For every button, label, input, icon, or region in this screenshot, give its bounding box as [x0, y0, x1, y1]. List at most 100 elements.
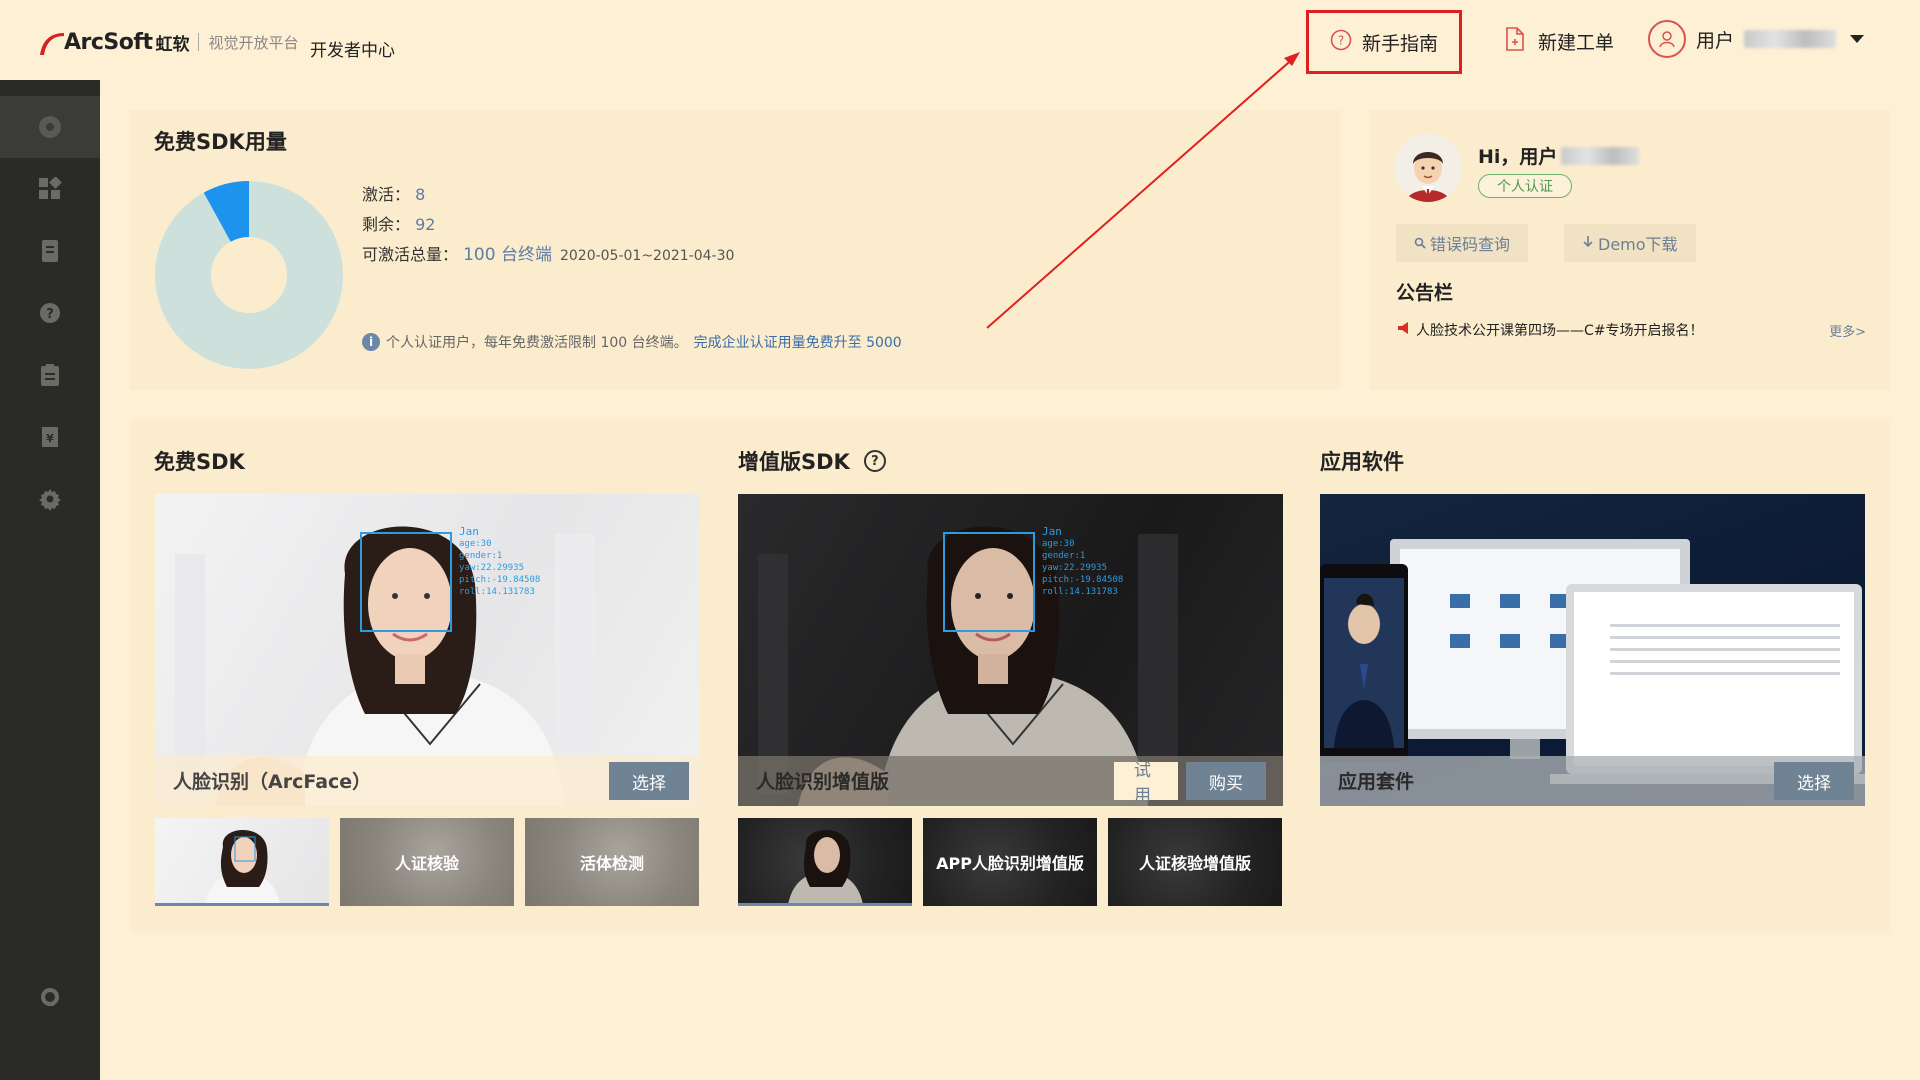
svg-text:?: ? — [1338, 34, 1344, 48]
megaphone-icon — [1396, 320, 1412, 340]
user-avatar — [1394, 134, 1462, 202]
free-sdk-title-text: 免费SDK — [154, 450, 245, 474]
remaining-row: 剩余： 92 — [362, 210, 734, 240]
sidebar-item-dashboard[interactable] — [0, 96, 100, 158]
activated-label: 激活： — [362, 185, 411, 204]
left-sidebar: ? ¥ — [0, 80, 100, 1080]
new-ticket-button[interactable]: 新建工单 — [1504, 26, 1614, 57]
usage-note: i 个人认证用户，每年免费激活限制 100 台终端。 完成企业认证用量免费升至 … — [362, 332, 902, 352]
document-icon — [38, 239, 62, 263]
free-sdk-title: 免费SDK — [154, 446, 245, 476]
developer-center-link[interactable]: 开发者中心 — [310, 36, 395, 61]
username-redacted — [1744, 30, 1837, 48]
free-sdk-usage-card: 免费SDK用量 激活： 8 剩余： 92 可激活总量： 100 台终端 2020-… — [130, 110, 1340, 390]
hud-age: age:30 — [459, 539, 492, 549]
help-icon: ? — [38, 301, 62, 325]
logo-brand: ArcSoft — [64, 29, 153, 55]
arcsoft-logo[interactable]: ArcSoft 虹软 视觉开放平台 — [38, 24, 298, 60]
thumb-arcface[interactable] — [155, 818, 329, 906]
sidebar-item-help[interactable]: ? — [0, 282, 100, 344]
vip-sdk-title: 增值版SDK ? — [738, 446, 886, 476]
date-range: 2020-05-01~2021-04-30 — [559, 248, 735, 264]
total-label: 可激活总量： — [362, 245, 459, 264]
free-sdk-hero[interactable]: Jan age:30 gender:1 yaw:22.29935 pitch:-… — [155, 494, 700, 806]
hud-age: age:30 — [1042, 539, 1075, 549]
face-attributes-hud: Jan age:30 gender:1 yaw:22.29935 pitch:-… — [459, 526, 540, 598]
enterprise-cert-link[interactable]: 完成企业认证用量免费升至 5000 — [694, 332, 902, 352]
thumb-id-verification-vip[interactable]: 人证核验增值版 — [1108, 818, 1282, 906]
vip-sdk-hero[interactable]: Jan age:30 gender:1 yaw:22.29935 pitch:-… — [738, 494, 1283, 806]
notice-item[interactable]: 人脸技术公开课第四场——C#专场开启报名！ — [1396, 320, 1704, 340]
guide-label: 新手指南 — [1361, 32, 1438, 55]
personal-cert-badge: 个人认证 — [1478, 174, 1572, 198]
vip-sdk-title-text: 增值版SDK — [738, 450, 850, 474]
demo-download-label: Demo下载 — [1598, 235, 1678, 254]
app-suite-select-button[interactable]: 选择 — [1774, 762, 1854, 800]
usage-donut-chart — [154, 180, 344, 374]
logo-cn: 虹软 — [155, 34, 190, 55]
profile-card: Hi，用户 个人认证 错误码查询 Demo下载 公告栏 人脸技术公开课第四场——… — [1370, 110, 1890, 390]
hud-pitch: pitch:-19.84508 — [1042, 575, 1124, 585]
thumb-vip-face-recognition[interactable] — [738, 818, 912, 906]
username-redacted — [1561, 146, 1640, 165]
user-menu[interactable]: 用户 — [1648, 20, 1865, 58]
new-document-icon — [1504, 26, 1526, 57]
question-icon[interactable]: ? — [863, 450, 886, 472]
hud-yaw: yaw:22.29935 — [1042, 563, 1108, 573]
info-icon: i — [362, 333, 380, 351]
hud-roll: roll:14.131783 — [1042, 587, 1118, 597]
usage-note-text: 个人认证用户，每年免费激活限制 100 台终端。 — [386, 335, 688, 351]
sidebar-item-documents[interactable] — [0, 220, 100, 282]
app-suite-label: 应用套件 — [1338, 771, 1415, 793]
app-software-title-text: 应用软件 — [1320, 450, 1404, 474]
settings-gear-icon — [38, 487, 62, 511]
woman-thumbnail-dark-image — [788, 829, 863, 903]
thumb-liveness-detection[interactable]: 活体检测 — [525, 818, 699, 906]
svg-text:¥: ¥ — [46, 432, 54, 445]
download-icon — [1582, 234, 1594, 253]
activated-value: 8 — [415, 185, 426, 204]
sdk-selection-card: 免费SDK Jan age:30 gender:1 yaw:22.29935 p… — [130, 420, 1890, 932]
top-header: ArcSoft 虹软 视觉开放平台 开发者中心 ? 新手指南 新建工单 用户 — [0, 0, 1920, 80]
logo-subtitle: 视觉开放平台 — [208, 33, 299, 52]
vip-hero-label: 人脸识别增值版 — [756, 771, 890, 793]
sidebar-item-orders[interactable] — [0, 344, 100, 406]
buy-button[interactable]: 购买 — [1186, 762, 1266, 800]
svg-text:?: ? — [46, 307, 54, 322]
app-software-hero[interactable]: 应用套件 选择 — [1320, 494, 1865, 806]
search-icon — [1414, 234, 1426, 253]
sidebar-item-support[interactable] — [0, 966, 100, 1028]
remaining-label: 剩余： — [362, 215, 411, 234]
trial-button[interactable]: 试用 — [1114, 761, 1178, 806]
thumb-app-face-vip[interactable]: APP人脸识别增值版 — [923, 818, 1097, 906]
error-code-button[interactable]: 错误码查询 — [1396, 224, 1529, 262]
sidebar-item-apps[interactable] — [0, 158, 100, 220]
remaining-value: 92 — [415, 215, 436, 234]
notice-board-title: 公告栏 — [1396, 282, 1454, 304]
usage-stats: 激活： 8 剩余： 92 可激活总量： 100 台终端 2020-05-01~20… — [362, 180, 734, 271]
activated-row: 激活： 8 — [362, 180, 734, 210]
greeting-text: Hi，用户 — [1478, 146, 1558, 168]
clipboard-icon — [38, 363, 62, 387]
logo-swoosh-icon — [38, 27, 64, 57]
support-headset-icon — [38, 985, 62, 1009]
new-ticket-label: 新建工单 — [1538, 32, 1615, 54]
notice-more-link[interactable]: 更多> — [1829, 321, 1866, 340]
user-avatar-icon — [1648, 20, 1686, 58]
sidebar-item-settings[interactable] — [0, 468, 100, 530]
demo-download-button[interactable]: Demo下载 — [1564, 224, 1696, 262]
total-value: 100 台终端 — [463, 245, 552, 265]
invoice-icon: ¥ — [38, 425, 62, 449]
face-detection-box — [360, 532, 452, 632]
help-circle-icon: ? — [1330, 29, 1352, 55]
free-sdk-select-button[interactable]: 选择 — [609, 762, 689, 800]
face-attributes-hud: Jan age:30 gender:1 yaw:22.29935 pitch:-… — [1042, 526, 1123, 598]
hud-yaw: yaw:22.29935 — [459, 563, 525, 573]
thumb-id-verification[interactable]: 人证核验 — [340, 818, 514, 906]
greeting: Hi，用户 — [1478, 142, 1640, 169]
beginner-guide-button[interactable]: ? 新手指南 — [1306, 10, 1462, 74]
user-label: 用户 — [1696, 29, 1735, 52]
sidebar-item-invoice[interactable]: ¥ — [0, 406, 100, 468]
usage-title: 免费SDK用量 — [154, 130, 287, 154]
arcface-label: 人脸识别（ArcFace） — [173, 771, 372, 793]
